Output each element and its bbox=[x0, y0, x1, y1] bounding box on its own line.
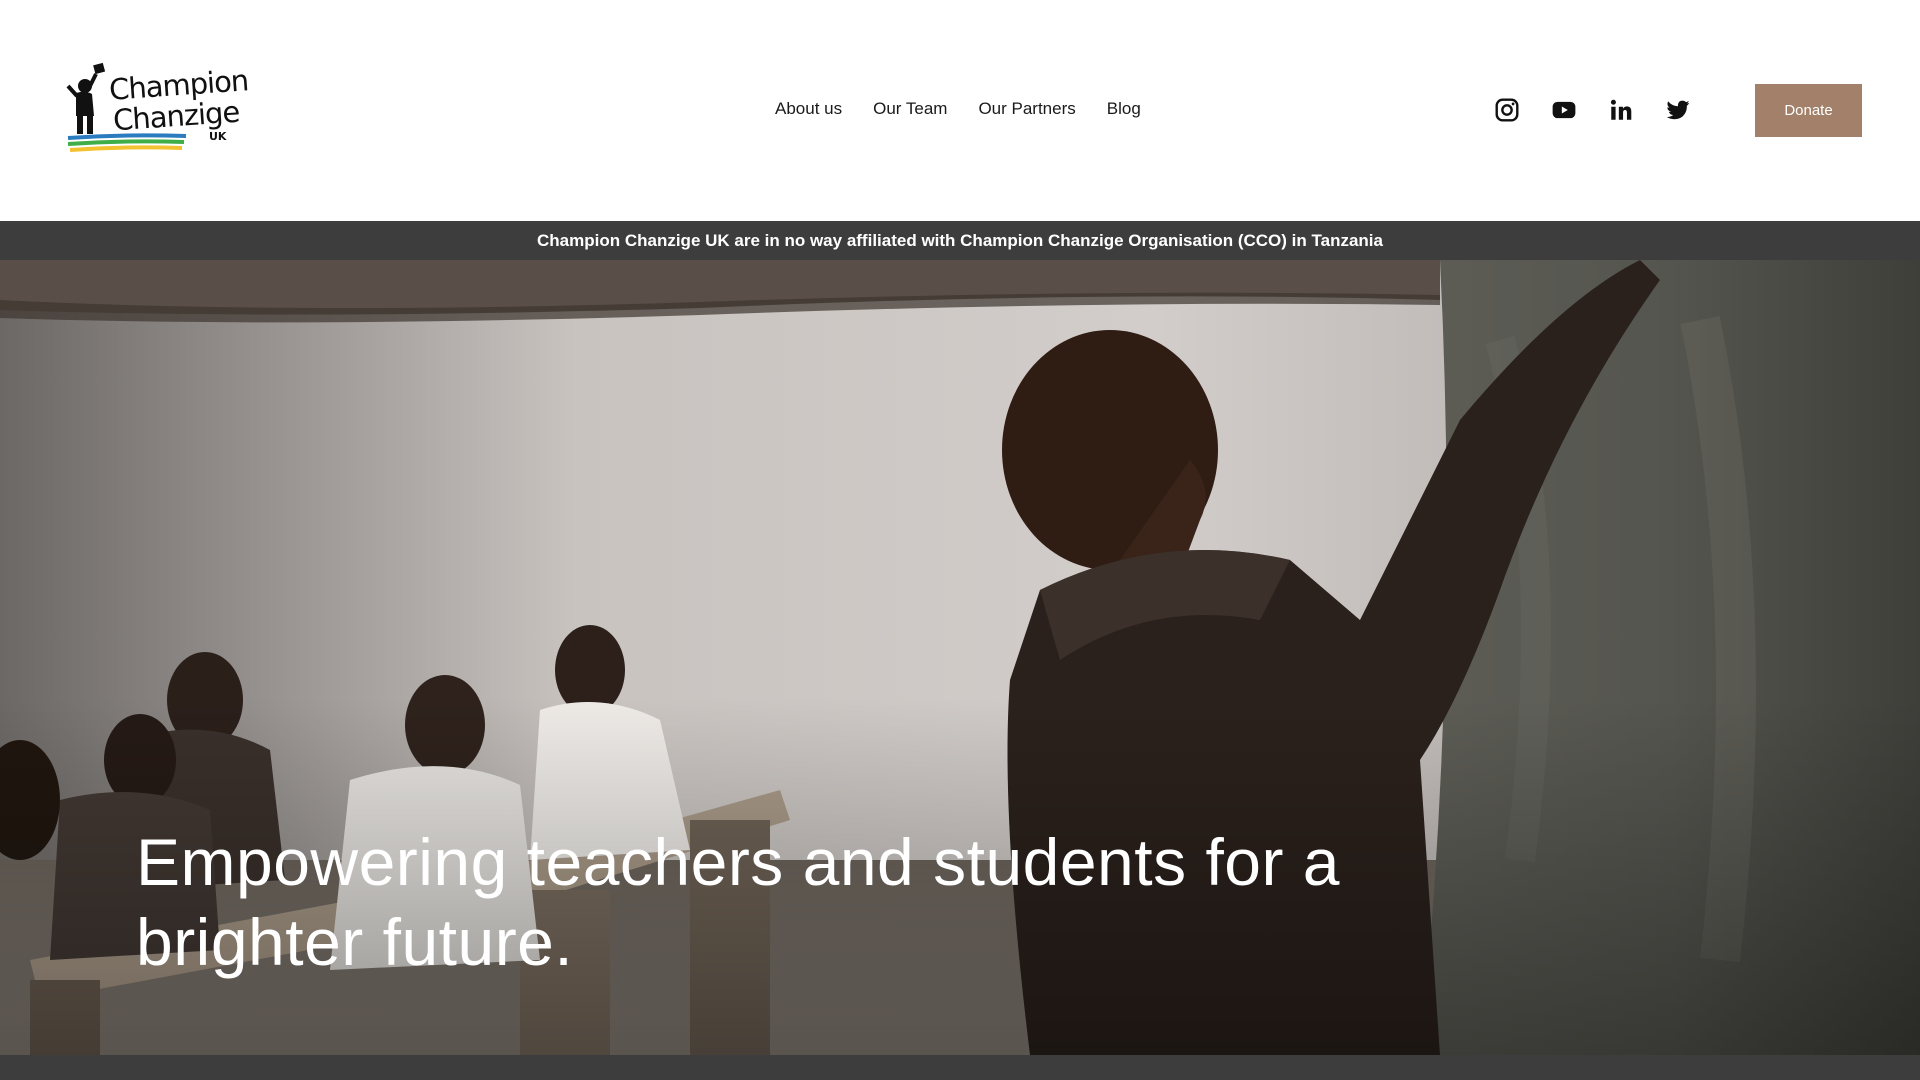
hero-heading: Empowering teachers and students for a b… bbox=[136, 825, 1341, 979]
youtube-icon[interactable] bbox=[1551, 97, 1577, 123]
hero-section: Empowering teachers and students for a b… bbox=[0, 260, 1920, 1055]
main-nav: About us Our Team Our Partners Blog bbox=[775, 96, 1141, 122]
site-header: Champion Chanzige UK About us Our Team O… bbox=[0, 0, 1920, 221]
section-divider-band bbox=[0, 1055, 1920, 1080]
nav-link-our-team[interactable]: Our Team bbox=[873, 96, 947, 122]
nav-link-our-partners[interactable]: Our Partners bbox=[978, 96, 1075, 122]
social-links bbox=[1494, 97, 1691, 123]
announcement-bar: Champion Chanzige UK are in no way affil… bbox=[0, 221, 1920, 260]
logo-text-uk: UK bbox=[209, 130, 227, 143]
nav-link-blog[interactable]: Blog bbox=[1107, 96, 1141, 122]
linkedin-icon[interactable] bbox=[1608, 97, 1634, 123]
logo[interactable]: Champion Chanzige UK bbox=[66, 62, 249, 162]
instagram-icon[interactable] bbox=[1494, 97, 1520, 123]
donate-button[interactable]: Donate bbox=[1755, 84, 1862, 137]
twitter-icon[interactable] bbox=[1665, 97, 1691, 123]
nav-link-about-us[interactable]: About us bbox=[775, 96, 842, 122]
